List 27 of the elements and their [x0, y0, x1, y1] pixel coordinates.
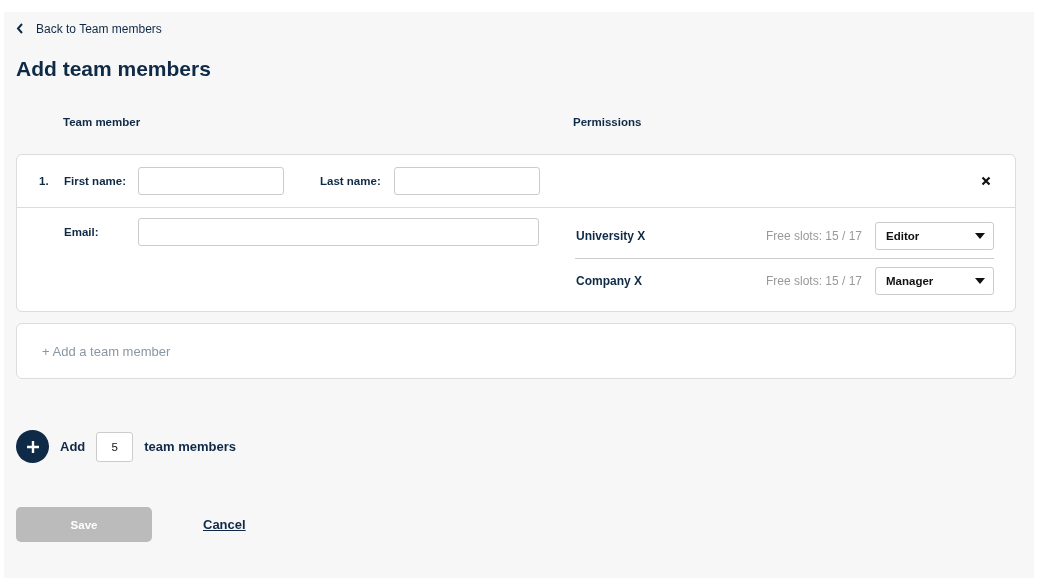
first-name-field[interactable]: [138, 167, 284, 195]
add-button[interactable]: [16, 430, 49, 463]
column-header: Permissions: [573, 115, 642, 129]
member-number: 1.: [39, 175, 50, 187]
chevron-left-icon: [16, 23, 24, 34]
email-field[interactable]: [138, 218, 539, 246]
column-header: Team member: [63, 115, 142, 129]
field-label: First name:: [64, 175, 127, 187]
organization-name: University X: [576, 229, 647, 243]
free-slots-text: Free slots: 15 / 17: [765, 274, 862, 288]
plus-icon: [25, 439, 40, 454]
free-slots-text: Free slots: 15 / 17: [765, 229, 862, 243]
add-label: Add: [60, 439, 86, 454]
close-icon[interactable]: [981, 176, 991, 186]
back-link[interactable]: Back to Team members: [16, 21, 162, 36]
add-label: team members: [144, 439, 237, 454]
organization-name: Company X: [576, 274, 643, 288]
field-label: Email:: [64, 226, 100, 238]
member-count-field[interactable]: 5: [96, 431, 134, 462]
field-label: Last name:: [320, 175, 382, 187]
caret-down-icon: [975, 233, 985, 239]
caret-down-icon: [975, 278, 985, 284]
role-dropdown[interactable]: Editor: [875, 222, 994, 250]
page-title: Add team members: [16, 58, 212, 79]
cancel-link[interactable]: Cancel: [203, 517, 246, 532]
role-dropdown[interactable]: Manager: [875, 267, 994, 295]
last-name-field[interactable]: [394, 167, 540, 195]
